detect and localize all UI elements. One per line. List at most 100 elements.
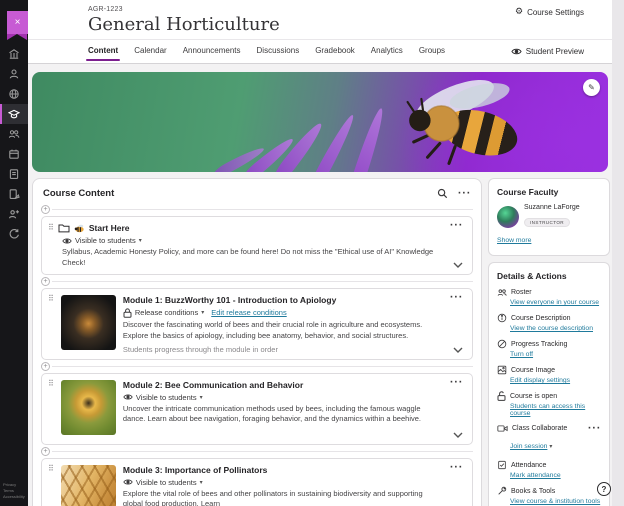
add-content-divider: + — [33, 445, 481, 458]
item-visibility-row[interactable]: Release conditions ▾ Edit release condit… — [123, 308, 448, 318]
nav-tools[interactable] — [0, 204, 28, 224]
nav-messages[interactable] — [0, 164, 28, 184]
help-button[interactable]: ? — [597, 482, 611, 496]
item-title[interactable]: Module 3: Importance of Pollinators — [123, 465, 448, 475]
show-more-link[interactable]: Show more — [497, 237, 531, 244]
caret-down-icon: ▾ — [201, 309, 204, 316]
close-course-button[interactable]: × — [7, 11, 28, 34]
detail-label: Roster — [511, 289, 532, 296]
sign-out-icon — [8, 228, 20, 240]
item-menu-icon[interactable]: ··· — [450, 381, 463, 385]
search-icon[interactable] — [437, 188, 448, 199]
item-visibility-row[interactable]: Visible to students ▾ — [62, 236, 448, 245]
course-open-link[interactable]: Students can access this course — [510, 403, 601, 417]
nav-calendar[interactable] — [0, 144, 28, 164]
divider-line — [52, 281, 473, 282]
instructor-role-badge: INSTRUCTOR — [524, 218, 570, 227]
detail-row-course-open: Course is open Students can access this … — [497, 391, 601, 417]
lock-icon — [123, 308, 132, 318]
unlock-icon — [497, 391, 506, 401]
attendance-link[interactable]: Mark attendance — [510, 472, 601, 479]
detail-row-class-collaborate: Class Collaborate··· Join session▾ — [497, 424, 601, 453]
add-content-button[interactable]: + — [41, 205, 50, 214]
content-item-module-1[interactable]: ··· ⠿ Module 1: BuzzWorthy 101 - Introdu… — [41, 288, 473, 360]
detail-row-books-tools: Books & Tools View course & institution … — [497, 486, 601, 505]
course-side-column: Course Faculty Suzanne LaForge INSTRUCTO… — [488, 178, 610, 506]
tab-groups[interactable]: Groups — [419, 41, 445, 62]
item-menu-icon[interactable]: ··· — [450, 224, 463, 228]
join-session-link[interactable]: Join session — [510, 443, 547, 450]
drag-handle-icon[interactable]: ⠿ — [48, 224, 54, 232]
nav-activity-stream[interactable] — [0, 84, 28, 104]
student-preview-eye-icon — [511, 47, 522, 56]
item-visibility: Visible to students — [136, 393, 197, 402]
instructor-avatar[interactable] — [497, 206, 519, 228]
student-preview-button[interactable]: Student Preview — [511, 47, 584, 56]
course-settings-label: Course Settings — [527, 8, 584, 17]
nav-profile[interactable] — [0, 64, 28, 84]
module-body: Module 3: Importance of Pollinators Visi… — [123, 465, 448, 506]
caret-down-icon: ▾ — [200, 394, 203, 401]
item-menu-icon[interactable]: ··· — [450, 466, 463, 470]
module-body: Module 1: BuzzWorthy 101 - Introduction … — [123, 295, 448, 354]
item-description: Syllabus, Academic Honesty Policy, and m… — [62, 247, 448, 269]
content-item-module-3[interactable]: ··· ⠿ Module 3: Importance of Pollinator… — [41, 458, 473, 506]
tab-content[interactable]: Content — [88, 41, 118, 62]
detail-row-course-image: Course Image Edit display settings — [497, 365, 601, 384]
item-menu-icon[interactable]: ··· — [450, 296, 463, 300]
item-progress-note: Students progress through the module in … — [123, 345, 448, 354]
tab-calendar[interactable]: Calendar — [134, 41, 166, 62]
attendance-icon — [497, 460, 507, 470]
books-tools-link[interactable]: View course & institution tools — [510, 498, 601, 505]
content-item-start-here[interactable]: ··· ⠿ Start Here Visible to students ▾ — [41, 216, 473, 275]
course-main: ✎ Course Content ··· + — [28, 64, 612, 506]
expand-chevron-icon[interactable] — [453, 262, 463, 268]
detail-label: Books & Tools — [511, 488, 555, 495]
nav-courses[interactable] — [0, 104, 28, 124]
tab-gradebook[interactable]: Gradebook — [315, 41, 355, 62]
edit-release-conditions-link[interactable]: Edit release conditions — [211, 308, 286, 317]
add-content-button[interactable]: + — [41, 362, 50, 371]
item-title[interactable]: Module 1: BuzzWorthy 101 - Introduction … — [123, 295, 448, 305]
details-actions-title: Details & Actions — [497, 271, 601, 281]
progress-tracking-link[interactable]: Turn off — [510, 351, 601, 358]
course-image-link[interactable]: Edit display settings — [510, 377, 601, 384]
detail-label: Course Image — [511, 367, 555, 374]
item-description: Uncover the intricate communication meth… — [123, 404, 448, 426]
roster-link[interactable]: View everyone in your course — [510, 299, 601, 306]
item-visibility-row[interactable]: Visible to students ▾ — [123, 393, 448, 402]
course-image-icon — [497, 365, 507, 375]
add-content-divider: + — [33, 360, 481, 373]
expand-chevron-icon[interactable] — [453, 347, 463, 353]
content-menu-icon[interactable]: ··· — [458, 192, 471, 196]
nav-institution-page[interactable] — [0, 44, 28, 64]
add-content-button[interactable]: + — [41, 277, 50, 286]
instructor-name: Suzanne LaForge — [524, 204, 580, 211]
accessibility-link[interactable]: Accessibility — [3, 494, 25, 500]
page-title: General Horticulture — [88, 14, 515, 35]
content-item-module-2[interactable]: ··· ⠿ Module 2: Bee Communication and Be… — [41, 373, 473, 445]
expand-chevron-icon[interactable] — [453, 432, 463, 438]
item-title[interactable]: Start Here — [89, 223, 130, 233]
tab-announcements[interactable]: Announcements — [183, 41, 241, 62]
item-title[interactable]: Module 2: Bee Communication and Behavior — [123, 380, 448, 390]
nav-organizations[interactable] — [0, 124, 28, 144]
course-settings-button[interactable]: ⚙ Course Settings — [515, 8, 584, 17]
nav-sign-out[interactable] — [0, 224, 28, 244]
add-content-button[interactable]: + — [41, 447, 50, 456]
drag-handle-icon[interactable]: ⠿ — [48, 465, 54, 506]
edit-banner-button[interactable]: ✎ — [583, 79, 600, 96]
add-content-divider: + — [33, 203, 481, 216]
drag-handle-icon[interactable]: ⠿ — [48, 295, 54, 354]
drag-handle-icon[interactable]: ⠿ — [48, 380, 54, 435]
collaborate-menu-icon[interactable]: ··· — [588, 427, 601, 431]
tab-discussions[interactable]: Discussions — [257, 41, 300, 62]
item-visibility: Release conditions — [135, 308, 198, 317]
tab-analytics[interactable]: Analytics — [371, 41, 403, 62]
course-description-link[interactable]: View the course description — [510, 325, 601, 332]
detail-label: Class Collaborate — [512, 425, 567, 432]
item-visibility-row[interactable]: Visible to students ▾ — [123, 478, 448, 487]
nav-grades[interactable] — [0, 184, 28, 204]
module-thumbnail — [61, 465, 116, 506]
item-description: Discover the fascinating world of bees a… — [123, 320, 448, 342]
